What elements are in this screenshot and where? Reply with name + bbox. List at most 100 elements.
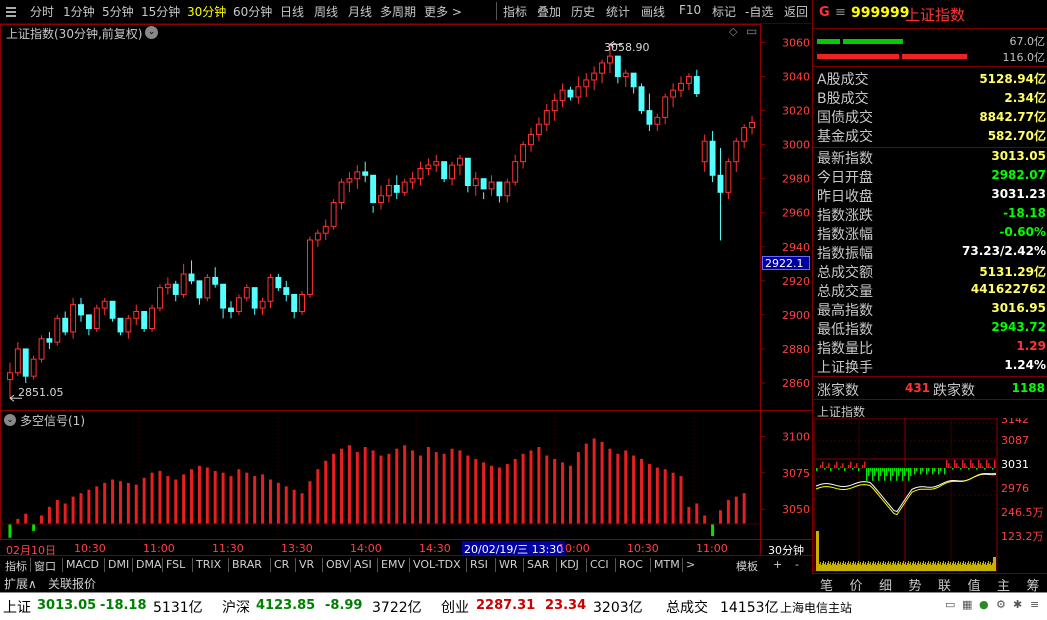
indicator-tab[interactable]: CCI <box>590 558 609 571</box>
mini-breadth-bar <box>902 468 904 481</box>
btn-indicator[interactable]: 指标 <box>503 3 527 20</box>
mini-breadth-bar <box>856 463 858 468</box>
tab-5min[interactable]: 5分钟 <box>102 3 134 20</box>
advancers-label: 涨家数 <box>817 383 859 399</box>
mini-breadth-bar <box>880 468 882 476</box>
indicator-tab[interactable]: BRAR <box>232 558 262 571</box>
indicator-tab[interactable]: ROC <box>619 558 643 571</box>
tab-expand[interactable]: 扩展∧ <box>4 575 37 592</box>
mini-volume-bar <box>825 562 826 571</box>
btn-add-watchlist[interactable]: -自选 <box>745 3 773 20</box>
tab-15min[interactable]: 15分钟 <box>141 3 180 20</box>
indicator-options-icon[interactable]: ⌄ <box>4 414 16 426</box>
tab-more[interactable]: 更多 > <box>424 3 462 20</box>
btn-draw[interactable]: 画线 <box>641 3 665 20</box>
mini-breadth-bar <box>920 468 922 475</box>
indicator-tab[interactable]: ASI <box>354 558 372 571</box>
indicator-tab[interactable]: DMA <box>136 558 162 571</box>
mini-volume-bar <box>876 565 877 571</box>
monitor-icon[interactable]: ▭ <box>945 598 958 611</box>
mini-volume-bar <box>832 563 833 571</box>
mini-breadth-bar <box>818 468 820 469</box>
indicator-tab[interactable]: DMI <box>108 558 129 571</box>
menu-icon[interactable]: ≡ <box>1030 598 1043 611</box>
indicator-tab[interactable]: > <box>686 558 695 571</box>
indicator-tab[interactable]: RSI <box>470 558 488 571</box>
indicator-tab[interactable]: EMV <box>381 558 405 571</box>
diamond-icon[interactable]: ◇ <box>729 25 737 38</box>
tab-multi-period[interactable]: 多周期 <box>380 3 416 20</box>
mini-volume-bar <box>964 564 965 571</box>
tab-60min[interactable]: 60分钟 <box>233 3 272 20</box>
list-icon[interactable]: ≡ <box>835 5 846 20</box>
tab-30min[interactable]: 30分钟 <box>187 3 226 20</box>
indicator-tab[interactable]: FSL <box>166 558 185 571</box>
signal-bar <box>221 472 225 524</box>
template-button[interactable]: 模板 <box>736 558 758 574</box>
btn-stats[interactable]: 统计 <box>606 3 630 20</box>
indicator-tab[interactable]: SAR <box>527 558 549 571</box>
settings-icon[interactable]: ⚙ <box>996 598 1009 611</box>
signal-bar <box>174 479 178 524</box>
btn-f10[interactable]: F10 <box>679 3 701 17</box>
g-icon[interactable]: G <box>819 5 830 20</box>
candle-body <box>38 338 45 360</box>
kline-chart-area[interactable]: 3060 3040 3020 3000 2980 2960 2940 2920 2900 2880… <box>0 24 812 557</box>
chart-options-icon[interactable]: ⌄ <box>145 26 158 39</box>
btn-history[interactable]: 历史 <box>571 3 595 20</box>
indicator-tab[interactable]: MACD <box>66 558 99 571</box>
mini-volume-bar <box>827 563 828 571</box>
signal-bar <box>576 452 580 524</box>
candle-body <box>267 276 274 302</box>
mini-volume-bar <box>880 562 881 571</box>
indicator-tab[interactable]: OBV <box>326 558 349 571</box>
indicator-tab[interactable]: 指标 <box>5 558 27 574</box>
signal-bar <box>600 441 604 524</box>
mini-breadth-bar <box>932 468 934 475</box>
tab-related-quotes[interactable]: 关联报价 <box>48 575 96 592</box>
indicator-tab[interactable]: WR <box>499 558 518 571</box>
mini-breadth-bar <box>966 466 968 468</box>
mini-volume-bar <box>881 565 882 571</box>
quote-value: 3013.05 <box>991 149 1046 163</box>
indicator-tab[interactable]: CR <box>274 558 289 571</box>
menu-icon[interactable] <box>6 4 16 18</box>
btn-back[interactable]: 返回 <box>784 3 808 20</box>
candle-body <box>180 273 187 295</box>
indicator-tab[interactable]: KDJ <box>560 558 579 571</box>
mini-volume-bar <box>864 564 865 571</box>
btn-mark[interactable]: 标记 <box>712 3 736 20</box>
signal-bar <box>624 450 628 524</box>
kline-chart[interactable]: 3060 3040 3020 3000 2980 2960 2940 2920 2900 2880… <box>0 24 812 555</box>
remove-window-button[interactable]: - <box>795 558 799 571</box>
indicator-tabs: 指标 窗口 MACD DMI DMA FSL TRIX BRAR CR VR OBV ASI EMV VO… <box>0 555 812 573</box>
tab-monthly[interactable]: 月线 <box>348 3 372 20</box>
tab-fenshi[interactable]: 分时 <box>30 3 54 20</box>
signal-bar <box>608 448 612 524</box>
intraday-mini-chart[interactable]: 3142 3087 3031 2976 246.5万 123.2万 <box>813 418 1047 573</box>
indicator-tab[interactable]: MTM <box>654 558 680 571</box>
tab-daily[interactable]: 日线 <box>280 3 304 20</box>
indicator-tab[interactable]: VR <box>299 558 314 571</box>
mini-volume-bar <box>874 564 875 571</box>
indicator-tab[interactable]: 窗口 <box>34 558 56 574</box>
btn-overlay[interactable]: 叠加 <box>537 3 561 20</box>
signal-bar <box>103 482 107 524</box>
signal-bar <box>16 518 20 524</box>
add-window-button[interactable]: + <box>773 558 782 571</box>
gear-icon[interactable]: ✱ <box>1013 598 1026 611</box>
indicator-tab[interactable]: TRIX <box>196 558 221 571</box>
info-icon[interactable]: ● <box>979 598 992 611</box>
mini-breadth-bar <box>878 468 880 481</box>
signal-bar <box>545 455 549 524</box>
tab-1min[interactable]: 1分钟 <box>63 3 95 20</box>
candle-body <box>133 310 140 319</box>
tab-weekly[interactable]: 周线 <box>314 3 338 20</box>
candle-body <box>228 307 234 312</box>
mini-volume-bar <box>901 565 902 571</box>
mini-volume-bar <box>971 565 972 571</box>
indicator-tab[interactable]: VOL-TDX <box>413 558 461 571</box>
window-restore-icon[interactable]: ▭ <box>746 24 757 38</box>
mini-volume-bar <box>910 562 911 571</box>
calendar-icon[interactable]: ▦ <box>962 598 975 611</box>
